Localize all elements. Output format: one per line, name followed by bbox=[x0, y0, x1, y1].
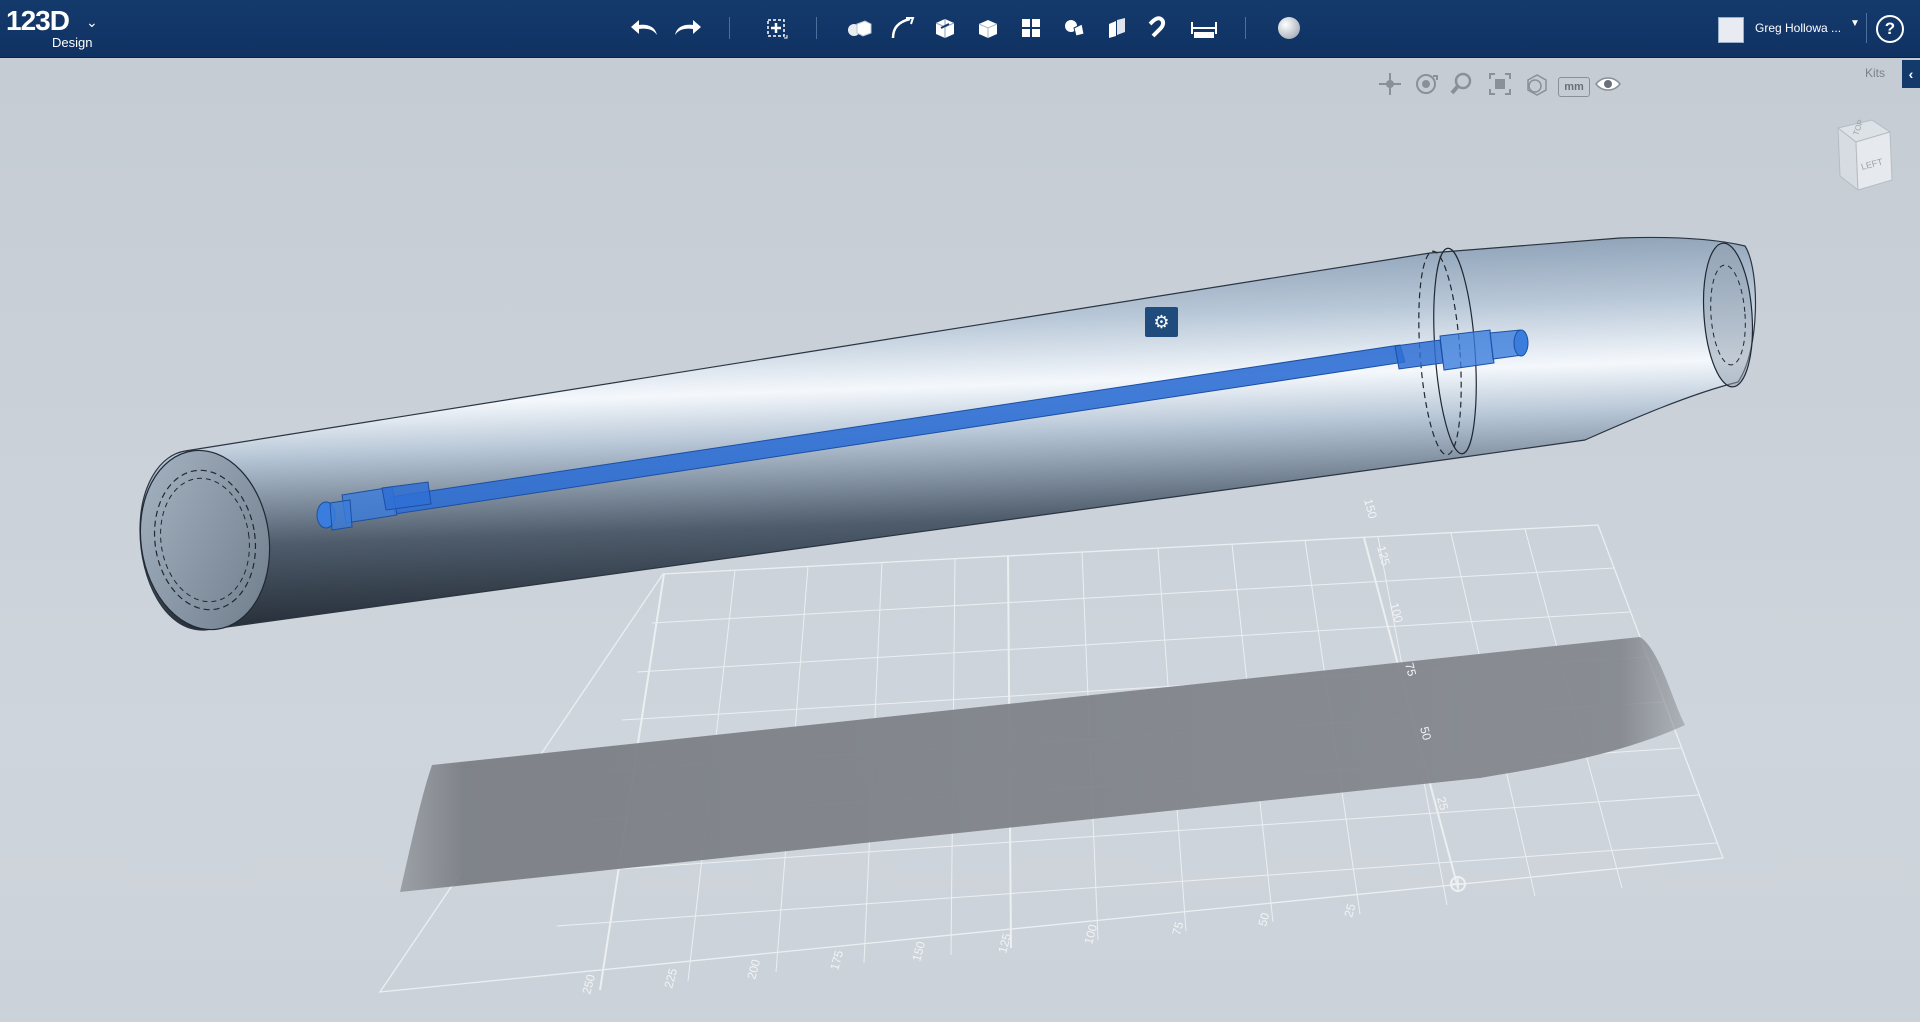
grid-tick: 200 bbox=[744, 957, 763, 980]
view-mode-icon bbox=[1527, 74, 1547, 96]
scene-canvas[interactable]: 250 225 200 175 150 125 100 75 50 25 150… bbox=[0, 0, 1920, 1022]
grid-tick: 100 bbox=[1081, 922, 1100, 945]
fit-button[interactable] bbox=[1486, 70, 1514, 98]
gear-icon: ⚙ bbox=[1153, 312, 1170, 332]
units-button[interactable]: mm bbox=[1558, 77, 1590, 97]
grid-tick: 150 bbox=[1361, 497, 1380, 520]
orbit-icon bbox=[1416, 74, 1438, 94]
zoom-icon bbox=[1450, 72, 1472, 95]
context-gear-button[interactable]: ⚙ bbox=[1145, 307, 1178, 337]
kits-panel-toggle[interactable]: ‹ bbox=[1902, 60, 1920, 88]
grid-tick: 25 bbox=[1341, 902, 1358, 919]
grid-tick: 125 bbox=[995, 931, 1014, 954]
grid-tick: 225 bbox=[661, 966, 680, 989]
grid-tick: 75 bbox=[1169, 920, 1186, 937]
pan-button[interactable] bbox=[1376, 70, 1404, 98]
pan-icon bbox=[1379, 73, 1401, 95]
view-mode-button[interactable] bbox=[1523, 70, 1551, 98]
zoom-button[interactable] bbox=[1448, 70, 1476, 98]
fit-icon bbox=[1489, 73, 1511, 95]
visibility-button[interactable] bbox=[1594, 70, 1622, 98]
orbit-button[interactable] bbox=[1412, 70, 1440, 98]
grid-tick: 150 bbox=[909, 939, 928, 962]
grid-tick: 50 bbox=[1255, 911, 1272, 928]
grid-tick: 125 bbox=[1374, 544, 1393, 567]
grid-tick: 250 bbox=[579, 972, 598, 995]
object-shadow bbox=[400, 637, 1685, 892]
kits-label[interactable]: Kits bbox=[1865, 66, 1885, 80]
tube-body[interactable] bbox=[129, 236, 1757, 638]
eye-icon bbox=[1595, 77, 1621, 91]
grid-tick: 100 bbox=[1387, 601, 1406, 624]
view-cube[interactable]: TOP LEFT bbox=[1832, 118, 1896, 194]
grid-tick: 175 bbox=[827, 948, 846, 971]
